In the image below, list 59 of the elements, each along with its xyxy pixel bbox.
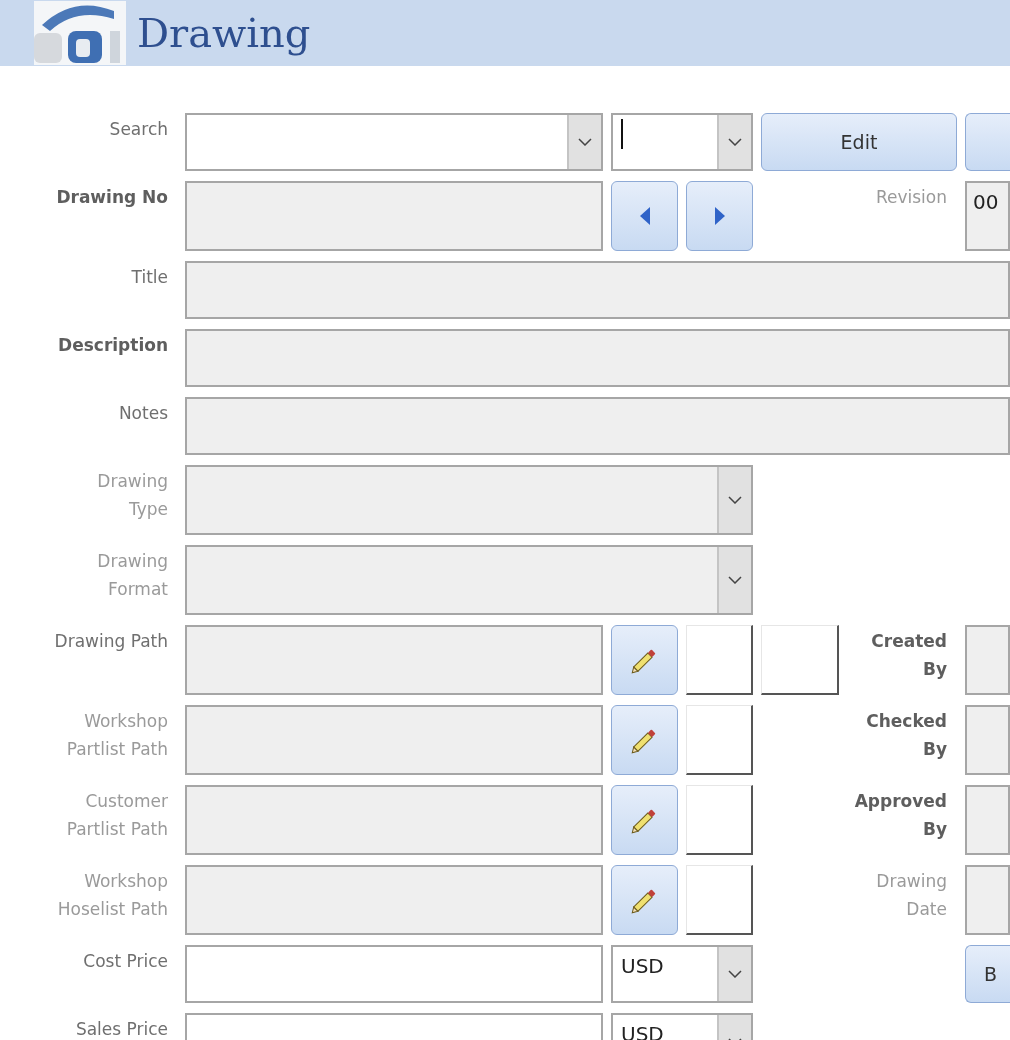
left-triangle-icon: [638, 206, 651, 226]
chevron-down-icon: [728, 576, 742, 584]
field-label: Cost Price: [82, 950, 168, 973]
attachment-box[interactable]: [686, 625, 753, 695]
previous-button[interactable]: [611, 181, 678, 251]
dropdown-field[interactable]: [185, 465, 753, 535]
input-field[interactable]: [185, 705, 603, 775]
input-field[interactable]: [185, 625, 603, 695]
next-button[interactable]: [686, 181, 753, 251]
logo-icon: [34, 1, 126, 65]
field-label: Sales Price: [74, 1018, 168, 1040]
chevron-down-icon: [578, 138, 592, 146]
edit-path-button[interactable]: [611, 625, 678, 695]
dropdown-field[interactable]: [611, 113, 753, 171]
field-label: Drawing Path: [53, 630, 168, 653]
input-field[interactable]: [185, 397, 1010, 455]
field-label: Workshop Hoselist Path: [56, 870, 168, 921]
input-field[interactable]: [185, 261, 1010, 319]
chevron-down-icon: [728, 970, 742, 978]
field-label: Created By: [871, 630, 947, 681]
attachment-box[interactable]: [686, 865, 753, 935]
field-label: Drawing Format: [96, 550, 168, 601]
input-field[interactable]: [965, 625, 1010, 695]
input-field[interactable]: [965, 705, 1010, 775]
field-label: Checked By: [866, 710, 947, 761]
chevron-down-icon: [728, 138, 742, 146]
field-label: Workshop Partlist Path: [65, 710, 168, 761]
action-button[interactable]: B: [965, 945, 1010, 1003]
edit-button[interactable]: Edit: [761, 113, 957, 171]
input-field[interactable]: [965, 785, 1010, 855]
input-field[interactable]: [965, 865, 1010, 935]
dropdown-field[interactable]: USD: [611, 945, 753, 1003]
field-label: Drawing Date: [876, 870, 947, 921]
attachment-box[interactable]: [686, 785, 753, 855]
edit-path-button[interactable]: [611, 705, 678, 775]
field-label: Approved By: [854, 790, 947, 841]
field-label: Description: [57, 334, 168, 357]
field-label: Drawing Type: [96, 470, 168, 521]
edit-path-button[interactable]: [611, 865, 678, 935]
input-field[interactable]: [185, 181, 603, 251]
input-field[interactable]: 00: [965, 181, 1010, 251]
edit-path-button[interactable]: [611, 785, 678, 855]
dropdown-field[interactable]: [185, 113, 603, 171]
attachment-box[interactable]: [761, 625, 839, 695]
input-field[interactable]: [185, 785, 603, 855]
field-label: Title: [130, 266, 168, 289]
input-field[interactable]: [185, 945, 603, 1003]
action-button[interactable]: [965, 113, 1010, 171]
field-label: Notes: [117, 402, 168, 425]
field-label: Drawing No: [55, 186, 168, 209]
input-field[interactable]: [185, 329, 1010, 387]
dropdown-field[interactable]: [185, 545, 753, 615]
attachment-box[interactable]: [686, 705, 753, 775]
right-triangle-icon: [713, 206, 726, 226]
field-label: Search: [108, 118, 168, 141]
field-label: Revision: [875, 186, 947, 209]
field-label: Customer Partlist Path: [65, 790, 168, 841]
input-field[interactable]: [185, 865, 603, 935]
chevron-down-icon: [728, 496, 742, 504]
